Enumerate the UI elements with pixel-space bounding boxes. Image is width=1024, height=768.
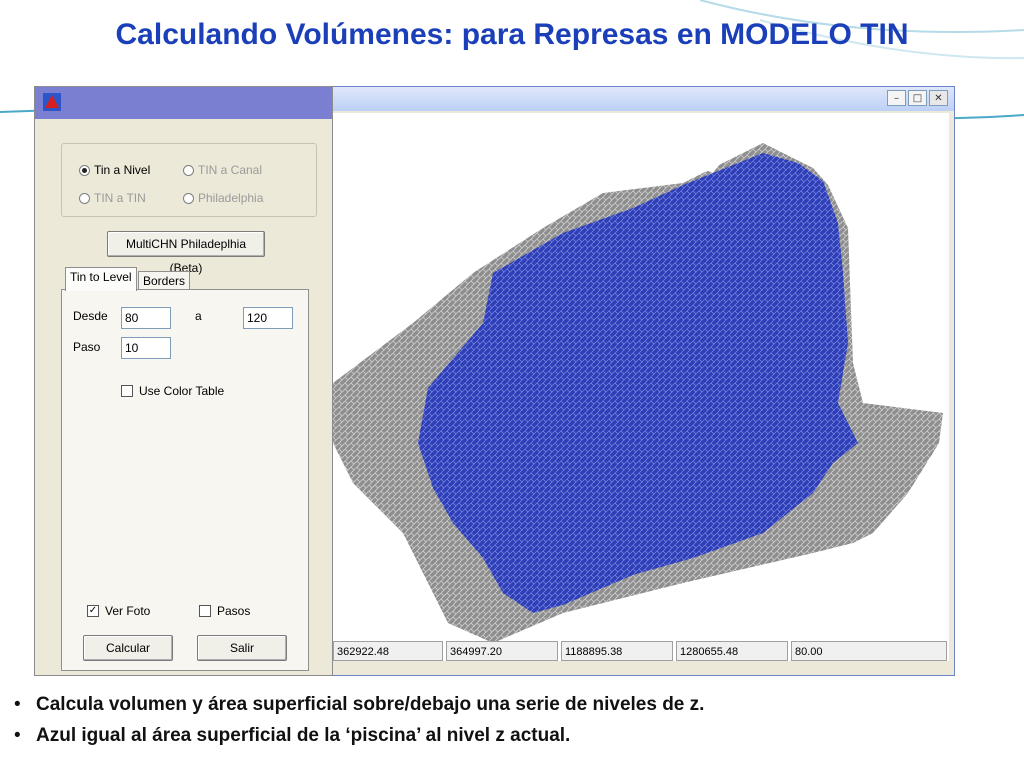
tin-volume-dialog: Tin a Nivel TIN a Canal TIN a TIN Philad… [34, 86, 333, 676]
bullet-list: Calcula volumen y área superficial sobre… [14, 694, 1014, 756]
radio-label: TIN a Canal [198, 163, 263, 177]
maximize-icon[interactable]: □ [908, 90, 927, 106]
checkbox-label: Pasos [217, 604, 251, 618]
tin-map-graphic [333, 143, 943, 643]
bullet-item: Calcula volumen y área superficial sobre… [14, 694, 1014, 716]
dialog-titlebar [35, 87, 332, 119]
status-cell: 362922.48 [333, 641, 443, 661]
viewer-statusbar: 362922.48 364997.20 1188895.38 1280655.4… [333, 641, 949, 663]
radio-dot [79, 164, 90, 176]
mode-groupbox [61, 143, 317, 217]
tin-map-canvas[interactable] [333, 113, 949, 661]
tab-borders[interactable]: Borders [138, 271, 191, 291]
radio-tin-a-tin[interactable]: TIN a TIN [79, 191, 146, 205]
radio-dot [183, 164, 194, 176]
checkbox-label: Ver Foto [105, 604, 151, 618]
close-icon[interactable]: ✕ [929, 90, 948, 106]
radio-philadelphia[interactable]: Philadelphia [183, 191, 263, 205]
minimize-icon[interactable]: – [887, 90, 906, 106]
checkbox-box [199, 605, 211, 617]
radio-label: TIN a TIN [94, 191, 146, 205]
status-cell: 1188895.38 [561, 641, 673, 661]
radio-label: Philadelphia [198, 191, 264, 205]
status-cell: 364997.20 [446, 641, 558, 661]
slide-title: Calculando Volúmenes: para Represas en M… [115, 18, 909, 51]
ver-foto-checkbox[interactable]: ✓ Ver Foto [87, 604, 150, 618]
checkbox-box [121, 385, 133, 397]
checkbox-label: Use Color Table [139, 384, 225, 398]
multichn-button[interactable]: MultiCHN Philadeplhia (Beta) [107, 231, 265, 275]
checkbox-box: ✓ [87, 605, 99, 617]
a-label: a [195, 309, 202, 323]
desde-input[interactable]: 80 [121, 307, 171, 329]
desde-label: Desde [73, 309, 108, 323]
pasos-checkbox[interactable]: Pasos [199, 604, 250, 618]
paso-input[interactable]: 10 [121, 337, 171, 359]
calcular-button[interactable]: Calcular [83, 635, 173, 661]
status-cell: 1280655.48 [676, 641, 788, 661]
radio-tin-a-canal[interactable]: TIN a Canal [183, 163, 262, 177]
tab-tin-to-level[interactable]: Tin to Level [65, 267, 137, 291]
salir-button[interactable]: Salir [197, 635, 287, 661]
app-icon [43, 93, 61, 111]
a-input[interactable]: 120 [243, 307, 293, 329]
status-cell: 80.00 [791, 641, 947, 661]
radio-label: Tin a Nivel [94, 163, 151, 177]
paso-label: Paso [73, 340, 101, 354]
bullet-item: Azul igual al área superficial de la ‘pi… [14, 725, 1014, 747]
radio-dot [79, 192, 90, 204]
radio-dot [183, 192, 194, 204]
use-color-table-checkbox[interactable]: Use Color Table [121, 384, 224, 398]
tin-viewer-window: – □ ✕ 362922.48 364997.20 1188895.38 128… [330, 86, 955, 676]
radio-tin-a-nivel[interactable]: Tin a Nivel [79, 163, 150, 177]
viewer-titlebar: – □ ✕ [331, 87, 954, 111]
